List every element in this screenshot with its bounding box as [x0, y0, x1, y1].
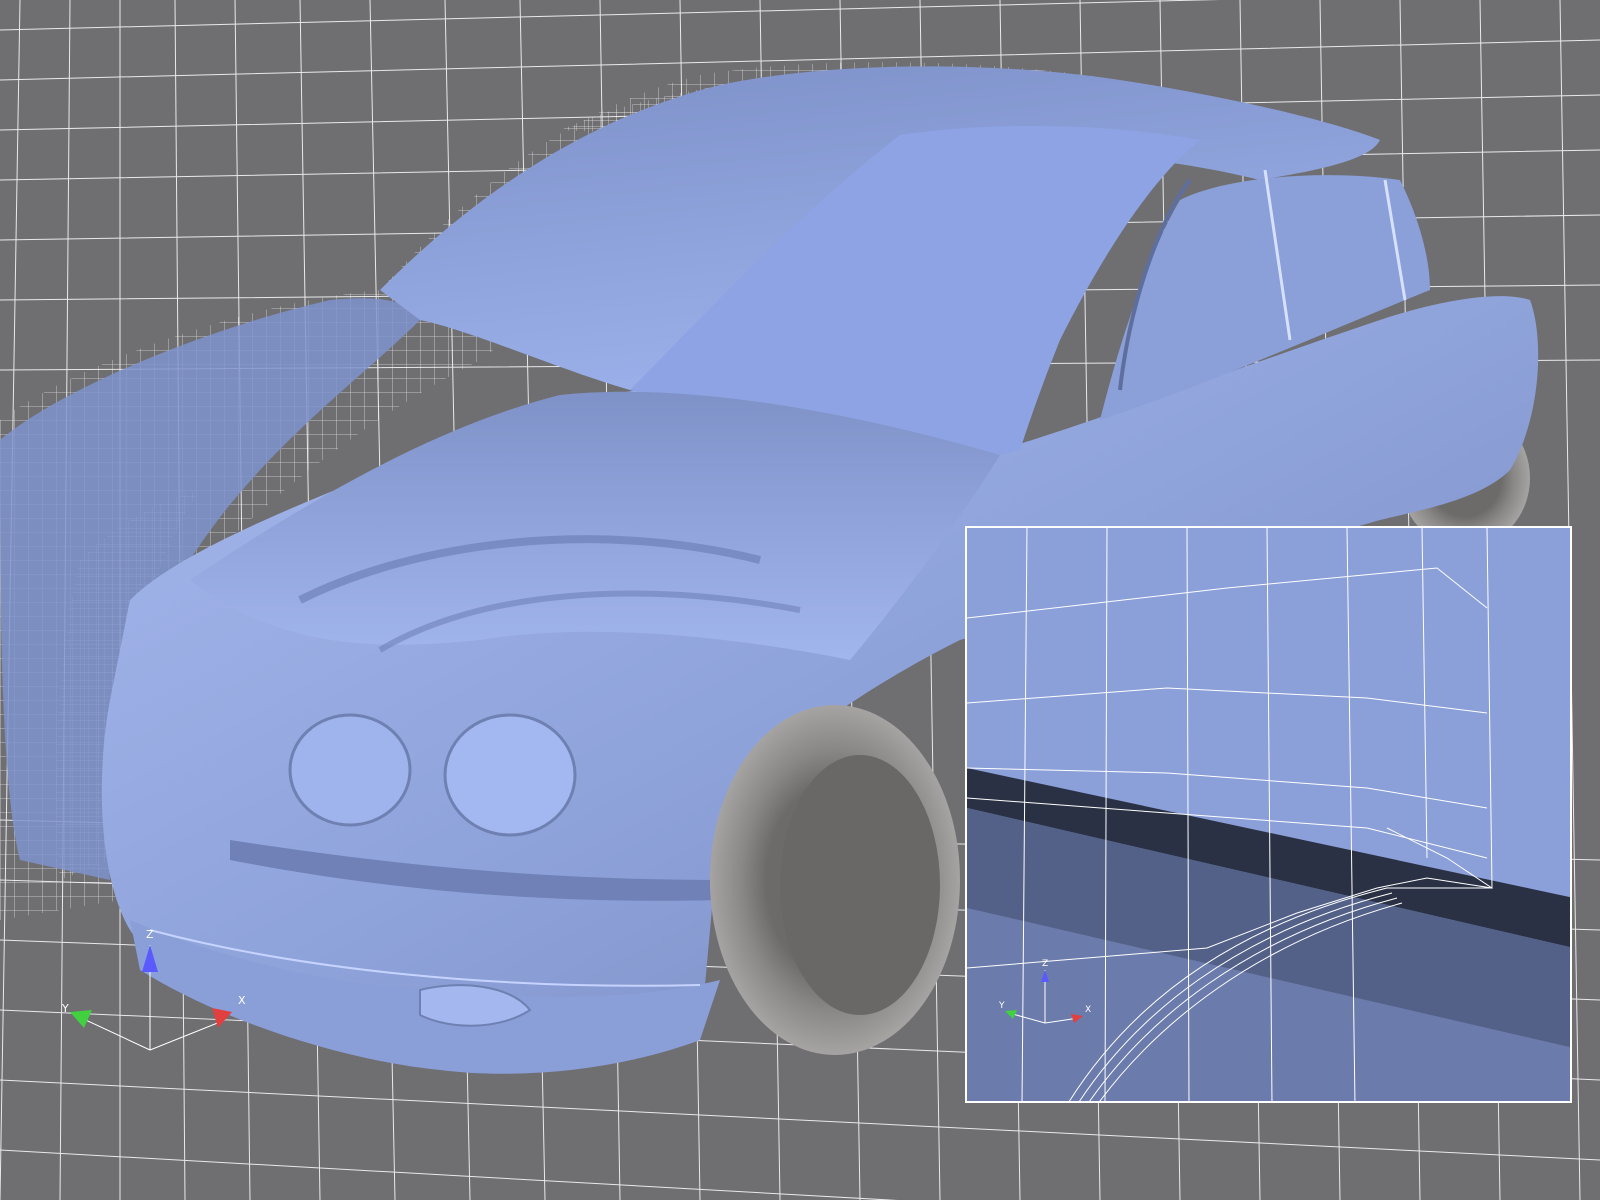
inset-z-axis-label: Z: [1042, 959, 1048, 969]
front-wheel-hub: [780, 755, 940, 1015]
headlight-right: [443, 713, 577, 837]
z-axis-label: Z: [146, 928, 154, 941]
x-axis-label: X: [238, 994, 246, 1007]
zoom-inset-view[interactable]: Z Y X: [965, 526, 1572, 1103]
inset-x-axis-label: X: [1085, 1005, 1091, 1015]
y-axis-arrow: [70, 1010, 92, 1028]
inset-mesh-scene: Z Y X: [967, 528, 1570, 1101]
inset-y-axis-label: Y: [998, 1001, 1005, 1011]
headlight-left: [288, 713, 412, 827]
3d-viewport[interactable]: Z Y X Z Y X: [0, 0, 1600, 1200]
y-axis-label: Y: [61, 1002, 69, 1015]
